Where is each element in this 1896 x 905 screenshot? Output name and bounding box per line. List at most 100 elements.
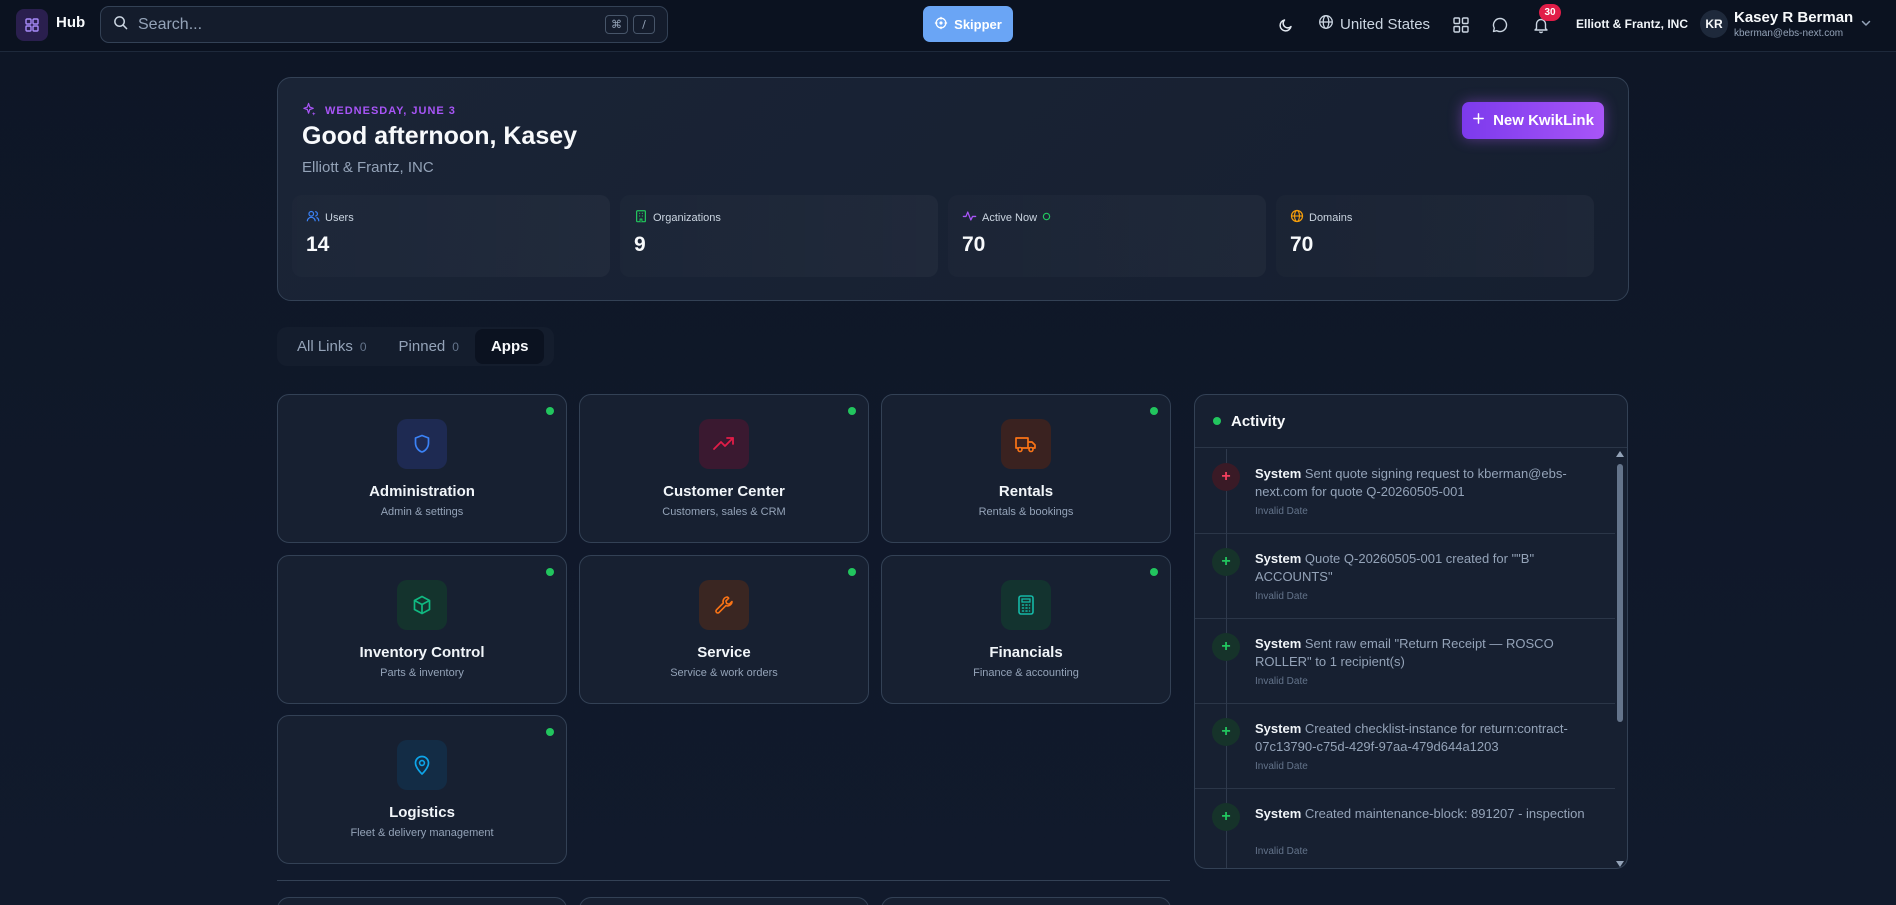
stat-label: Active Now bbox=[982, 211, 1038, 224]
app-title: Service bbox=[697, 644, 751, 661]
stat-active-now: Active Now 70 bbox=[948, 195, 1266, 277]
search-input[interactable] bbox=[138, 15, 600, 34]
building-icon bbox=[634, 209, 648, 226]
app-card-financials[interactable]: Financials Finance & accounting bbox=[881, 555, 1171, 704]
shortcut-key-cmd: ⌘ bbox=[605, 15, 628, 34]
app-title: Logistics bbox=[389, 804, 455, 821]
scroll-thumb[interactable] bbox=[1617, 464, 1623, 722]
map-pin-icon bbox=[397, 740, 447, 790]
tab-pinned[interactable]: Pinned 0 bbox=[383, 329, 475, 364]
tab-label: Apps bbox=[490, 338, 529, 355]
user-email: kberman@ebs-next.com bbox=[1734, 28, 1844, 39]
app-card-rentals[interactable]: Rentals Rentals & bookings bbox=[881, 394, 1171, 543]
stat-value: 9 bbox=[634, 233, 646, 256]
grid-icon[interactable] bbox=[16, 9, 48, 41]
link-tabs: All Links 0 Pinned 0 Apps bbox=[277, 327, 554, 366]
apps-grid-icon[interactable] bbox=[1450, 14, 1472, 36]
app-card-inventory-control[interactable]: Inventory Control Parts & inventory bbox=[277, 555, 567, 704]
activity-time: Invalid Date bbox=[1255, 591, 1308, 602]
welcome-panel: WEDNESDAY, JUNE 3 Good afternoon, Kasey … bbox=[277, 77, 1629, 301]
card-partial[interactable] bbox=[277, 897, 567, 905]
user-name[interactable]: Kasey R Berman bbox=[1734, 9, 1853, 26]
card-partial[interactable] bbox=[579, 897, 869, 905]
app-title: Customer Center bbox=[663, 483, 785, 500]
app-title: Financials bbox=[989, 644, 1063, 661]
truck-icon bbox=[1001, 419, 1051, 469]
stat-value: 70 bbox=[962, 233, 986, 256]
notification-badge: 30 bbox=[1539, 4, 1561, 21]
app-card-administration[interactable]: Administration Admin & settings bbox=[277, 394, 567, 543]
chat-icon[interactable] bbox=[1489, 14, 1511, 36]
wrench-icon bbox=[699, 580, 749, 630]
search-box[interactable]: ⌘ / bbox=[100, 6, 668, 43]
activity-time: Invalid Date bbox=[1255, 761, 1308, 772]
app-subtitle: Parts & inventory bbox=[380, 667, 464, 679]
activity-time: Invalid Date bbox=[1255, 846, 1308, 857]
tab-label: Pinned bbox=[398, 338, 446, 355]
app-subtitle: Service & work orders bbox=[670, 667, 778, 679]
globe-icon bbox=[1290, 209, 1304, 226]
stat-users: Users 14 bbox=[292, 195, 610, 277]
tab-count: 0 bbox=[452, 339, 459, 354]
activity-text: Created checklist-instance for return:co… bbox=[1255, 721, 1568, 754]
search-icon bbox=[113, 15, 128, 35]
new-kwiklink-button[interactable]: New KwikLink bbox=[1462, 102, 1604, 139]
globe-icon bbox=[1318, 14, 1334, 34]
activity-title: Activity bbox=[1231, 412, 1286, 430]
shield-icon bbox=[397, 419, 447, 469]
scroll-down-arrow-icon[interactable] bbox=[1616, 861, 1624, 867]
skipper-icon bbox=[934, 16, 948, 33]
status-dot bbox=[546, 568, 554, 576]
status-dot bbox=[546, 728, 554, 736]
activity-panel: Activity + System Sent quote signing req… bbox=[1194, 394, 1628, 869]
avatar[interactable]: KR bbox=[1700, 10, 1728, 38]
activity-icon bbox=[962, 209, 977, 226]
app-card-customer-center[interactable]: Customer Center Customers, sales & CRM bbox=[579, 394, 869, 543]
plus-icon: + bbox=[1212, 633, 1240, 661]
status-dot bbox=[546, 407, 554, 415]
activity-item: + System Quote Q-20260505-001 created fo… bbox=[1195, 534, 1615, 619]
plus-icon: + bbox=[1212, 548, 1240, 576]
skipper-button[interactable]: Skipper bbox=[923, 6, 1013, 42]
section-divider bbox=[277, 880, 1170, 881]
activity-time: Invalid Date bbox=[1255, 506, 1308, 517]
stat-label: Users bbox=[325, 211, 354, 224]
status-dot bbox=[1150, 407, 1158, 415]
stat-value: 70 bbox=[1290, 233, 1314, 256]
app-card-service[interactable]: Service Service & work orders bbox=[579, 555, 869, 704]
trending-up-icon bbox=[699, 419, 749, 469]
brand-label[interactable]: Hub bbox=[56, 14, 85, 31]
shortcut-key-slash: / bbox=[633, 15, 655, 34]
activity-scrollbar[interactable] bbox=[1615, 449, 1625, 868]
org-name[interactable]: Elliott & Frantz, INC bbox=[1576, 17, 1688, 31]
activity-text: Created maintenance-block: 891207 - insp… bbox=[1304, 806, 1585, 821]
activity-item: + System Created maintenance-block: 8912… bbox=[1195, 789, 1615, 868]
tab-count: 0 bbox=[359, 339, 367, 354]
activity-actor: System bbox=[1255, 806, 1302, 821]
tab-all-links[interactable]: All Links 0 bbox=[281, 329, 383, 364]
tab-label: All Links bbox=[297, 338, 353, 355]
app-card-logistics[interactable]: Logistics Fleet & delivery management bbox=[277, 715, 567, 864]
app-subtitle: Rentals & bookings bbox=[978, 506, 1074, 518]
stat-organizations: Organizations 9 bbox=[620, 195, 938, 277]
plus-icon bbox=[1472, 112, 1485, 129]
sparkle-icon bbox=[302, 102, 317, 120]
activity-actor: System bbox=[1255, 551, 1302, 566]
moon-icon[interactable] bbox=[1275, 14, 1297, 36]
stat-domains: Domains 70 bbox=[1276, 195, 1594, 277]
card-partial[interactable] bbox=[881, 897, 1171, 905]
activity-time: Invalid Date bbox=[1255, 676, 1308, 687]
tab-apps[interactable]: Apps bbox=[474, 329, 545, 364]
region-selector[interactable]: United States bbox=[1318, 14, 1430, 34]
scroll-up-arrow-icon[interactable] bbox=[1616, 451, 1624, 457]
calculator-icon bbox=[1001, 580, 1051, 630]
activity-text: Sent quote signing request to kberman@eb… bbox=[1255, 466, 1567, 499]
activity-list[interactable]: + System Sent quote signing request to k… bbox=[1195, 449, 1615, 868]
chevron-down-icon[interactable] bbox=[1860, 16, 1872, 34]
page-title: Good afternoon, Kasey bbox=[302, 122, 578, 150]
app-title: Inventory Control bbox=[359, 644, 485, 661]
activity-header: Activity bbox=[1195, 395, 1627, 448]
live-indicator-icon bbox=[1042, 212, 1051, 224]
date-line: WEDNESDAY, JUNE 3 bbox=[302, 102, 456, 120]
activity-item: + System Sent quote signing request to k… bbox=[1195, 449, 1615, 534]
